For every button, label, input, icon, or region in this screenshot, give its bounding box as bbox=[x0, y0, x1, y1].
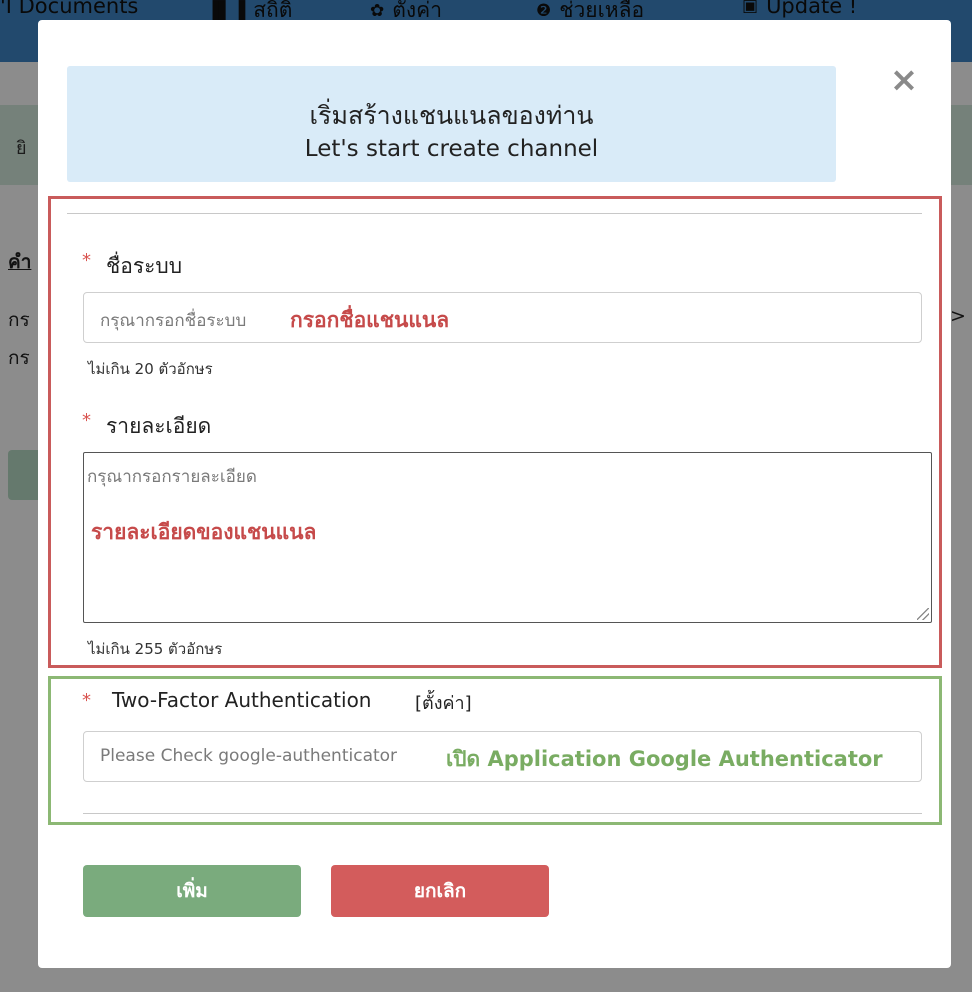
detail-textarea-annotation: รายละเอียดของแชนแนล bbox=[91, 520, 317, 544]
detail-field-label: รายละเอียด bbox=[106, 414, 212, 438]
name-input-placeholder: กรุณากรอกชื่อระบบ bbox=[100, 311, 247, 331]
modal-title-thai: เริ่มสร้างแชนแนลของท่าน bbox=[309, 101, 594, 130]
twofa-field-label: Two-Factor Authentication bbox=[112, 688, 372, 712]
create-channel-modal: × เริ่มสร้างแชนแนลของท่าน Let's start cr… bbox=[38, 20, 951, 968]
add-button[interactable]: เพิ่ม bbox=[83, 865, 301, 917]
resize-handle-icon[interactable] bbox=[917, 608, 929, 620]
divider-top bbox=[67, 213, 922, 214]
detail-textarea-placeholder: กรุณากรอกรายละเอียด bbox=[87, 467, 257, 487]
twofa-input-annotation: เปิด Application Google Authenticator bbox=[446, 747, 883, 771]
required-mark: * bbox=[82, 250, 91, 271]
required-mark: * bbox=[82, 410, 91, 431]
twofa-input-placeholder: Please Check google-authenticator bbox=[100, 746, 398, 766]
name-input[interactable]: กรุณากรอกชื่อระบบ กรอกชื่อแชนแนล bbox=[83, 292, 922, 343]
modal-header: เริ่มสร้างแชนแนลของท่าน Let's start crea… bbox=[67, 66, 836, 182]
name-field-hint: ไม่เกิน 20 ตัวอักษร bbox=[88, 360, 213, 378]
detail-field-hint: ไม่เกิน 255 ตัวอักษร bbox=[88, 640, 223, 658]
detail-textarea[interactable]: กรุณากรอกรายละเอียด รายละเอียดของแชนแนล bbox=[83, 452, 932, 623]
modal-title-english: Let's start create channel bbox=[304, 136, 599, 162]
close-icon[interactable]: × bbox=[886, 62, 922, 98]
twofa-settings-link[interactable]: [ตั้งค่า] bbox=[415, 688, 472, 717]
cancel-button[interactable]: ยกเลิก bbox=[331, 865, 549, 917]
name-field-label: ชื่อระบบ bbox=[106, 254, 183, 278]
required-mark: * bbox=[82, 690, 91, 711]
name-input-annotation: กรอกชื่อแชนแนล bbox=[290, 308, 450, 332]
twofa-input[interactable]: Please Check google-authenticator เปิด A… bbox=[83, 731, 922, 782]
divider-bottom bbox=[83, 813, 922, 814]
